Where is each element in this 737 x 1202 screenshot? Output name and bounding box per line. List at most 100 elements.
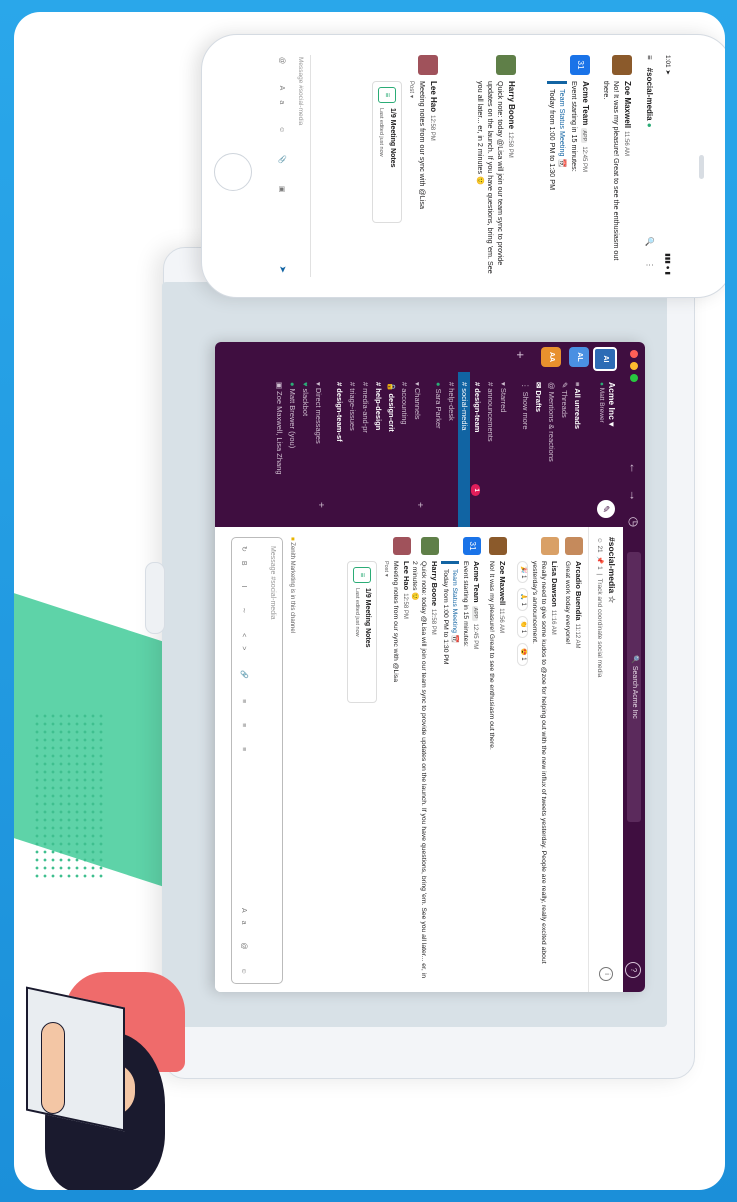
message-author[interactable]: Acme Team xyxy=(581,81,590,125)
sidebar-item-mentions[interactable]: @ Mentions & reactions xyxy=(545,382,557,462)
workspace-button-ai[interactable]: AI xyxy=(593,347,617,371)
phone-channel-tools[interactable]: 🔍 ⋮ xyxy=(645,237,654,275)
send-icon[interactable]: ➤ xyxy=(277,265,288,273)
message-time[interactable]: 12:45 PM xyxy=(472,624,478,650)
sidebar-item-group-dm[interactable]: ▣ Zoe Maxwell, Lisa Zhang xyxy=(273,382,285,475)
reaction-pill[interactable]: 😍 1 xyxy=(517,643,528,666)
reaction-count: 1 xyxy=(520,602,526,606)
chevron-down-icon[interactable]: ▾ xyxy=(383,574,389,577)
sidebar-item-media-and-pr[interactable]: # media-and-pr xyxy=(359,382,371,433)
sidebar-item-self-dm[interactable]: ● Matt Brewer (you) xyxy=(286,382,298,448)
calendar-icon[interactable]: 31 xyxy=(570,55,590,75)
phone-channel-name[interactable]: #social-media xyxy=(645,68,654,121)
history-nav[interactable]: ← → ◷ xyxy=(627,462,641,533)
message-body: Lee Hao 12:58 PM Meeting notes from our s… xyxy=(347,561,411,981)
sidebar-item-help-desk[interactable]: # help-desk xyxy=(445,382,457,421)
message-author[interactable]: Harry Boone xyxy=(507,81,516,129)
message-time[interactable]: 12:58 PM xyxy=(430,609,436,635)
add-channel-icon[interactable]: + xyxy=(414,502,425,508)
sidebar-item-design-team[interactable]: # design-team1 xyxy=(471,382,483,496)
info-icon[interactable]: i xyxy=(599,967,613,981)
sidebar-item-help-design[interactable]: # help-design xyxy=(372,382,384,430)
announcements-label: announcements xyxy=(486,388,495,442)
message-author[interactable]: Acme Team xyxy=(472,561,481,603)
accounting-label: accounting xyxy=(400,388,409,425)
avatar[interactable] xyxy=(541,537,559,555)
post-attachment[interactable]: ≡ 1/9 Meeting Notes Last edited just now xyxy=(372,81,402,223)
event-title[interactable]: Team Status Meeting xyxy=(558,89,567,157)
message-time[interactable]: 11:12 AM xyxy=(574,624,580,649)
message-author[interactable]: Arcadio Buendía xyxy=(574,561,583,621)
post-label: Post xyxy=(383,561,389,573)
sidebar-item-threads[interactable]: ✎ Threads xyxy=(558,382,570,418)
app-badge: APP xyxy=(472,605,478,621)
message-time: 12:58 PM xyxy=(507,132,513,158)
reaction-pill[interactable]: 👏 1 xyxy=(517,615,528,639)
mentions-label: Mentions & reactions xyxy=(547,391,556,462)
search-bar[interactable]: 🔍 Search Acme Inc xyxy=(627,552,641,822)
add-workspace-icon[interactable]: + xyxy=(513,351,528,359)
compose-icon[interactable]: ✎ xyxy=(597,500,615,518)
sidebar-item-show-more[interactable]: ⋮ Show more xyxy=(519,382,531,430)
phone-home-button[interactable] xyxy=(214,153,252,191)
help-icon[interactable]: ? xyxy=(625,962,641,978)
message-time[interactable]: 11:16 AM xyxy=(550,610,556,635)
message-author[interactable]: Lisa Dawson xyxy=(550,561,559,607)
maximize-window-button[interactable] xyxy=(630,374,638,382)
message-author[interactable]: Zoe Maxwell xyxy=(623,81,632,128)
message-time[interactable]: 12:58 PM xyxy=(402,593,408,619)
workspace-name[interactable]: Acme Inc ▾ xyxy=(606,382,617,426)
menu-icon[interactable]: ≡ xyxy=(645,55,654,60)
minimize-window-button[interactable] xyxy=(630,362,638,370)
avatar[interactable] xyxy=(421,537,439,555)
event-title[interactable]: Team Status Meeting xyxy=(451,569,458,633)
phone-message-composer[interactable]: Message #social-media @ Aa ☺ 📎 ▣ ➤ xyxy=(270,55,311,277)
channel-title[interactable]: #social-media ☆ xyxy=(606,537,617,603)
avatar[interactable] xyxy=(496,55,516,75)
sidebar-item-social-media[interactable]: # social-media xyxy=(458,372,470,527)
add-dm-icon[interactable]: + xyxy=(315,502,326,508)
sidebar-item-slackbot[interactable]: ♥ slackbot xyxy=(299,382,311,416)
sidebar-item-accounting[interactable]: # accounting xyxy=(398,382,410,425)
message-author[interactable]: Lee Hao xyxy=(402,561,411,590)
message-author[interactable]: Harry Boone xyxy=(430,561,439,606)
dm-section-header[interactable]: ▾ Direct messages xyxy=(312,382,324,444)
close-window-button[interactable] xyxy=(630,350,638,358)
composer-actions[interactable]: Aa @ ☺ 📎 xyxy=(240,908,248,992)
message-author[interactable]: Lee Hao xyxy=(429,81,438,112)
avatar[interactable] xyxy=(565,537,583,555)
reaction-pill[interactable]: 🙏 1 xyxy=(517,588,528,611)
post-icon: ≡ xyxy=(353,567,371,583)
message-time[interactable]: 11:56 AM xyxy=(498,608,504,633)
phone-composer-tools[interactable]: @ Aa ☺ 📎 ▣ xyxy=(278,57,286,203)
sidebar-item-design-team-sf[interactable]: # design-team-sf xyxy=(333,382,345,442)
avatar[interactable] xyxy=(489,537,507,555)
phone-time: 1:01 xyxy=(664,55,671,68)
avatar[interactable] xyxy=(418,55,438,75)
workspace-button-al[interactable]: AL xyxy=(569,347,589,367)
message-author[interactable]: Zoe Maxwell xyxy=(498,561,507,605)
composer-placeholder: Message #social-media xyxy=(269,546,276,620)
avatar[interactable] xyxy=(612,55,632,75)
avatar[interactable] xyxy=(393,537,411,555)
title-bar: ← → ◷ 🔍 Search Acme Inc ? xyxy=(623,342,645,992)
sidebar-item-design-crit[interactable]: 🔒 design-crit xyxy=(385,382,397,432)
channels-section-header[interactable]: ▾ Channels xyxy=(411,382,423,420)
workspace-button-aa[interactable]: AA xyxy=(541,347,561,367)
sidebar-item-drafts[interactable]: ✉ Drafts xyxy=(532,382,544,412)
reaction-pill[interactable]: 🎉 1 xyxy=(517,561,528,584)
message-composer[interactable]: Message #social-media ↻B I ∼ <> 🔗 ≡ ≡ ≡ … xyxy=(231,537,283,992)
sidebar-item-triage-issues[interactable]: # triage-issues xyxy=(346,382,358,431)
starred-section-header[interactable]: ▾ Starred xyxy=(497,382,509,412)
sidebar-item-sara-parker[interactable]: ● Sara Parker xyxy=(432,382,444,429)
sidebar-item-announcements[interactable]: # announcements xyxy=(484,382,496,442)
formatting-toolbar[interactable]: ↻B I ∼ <> 🔗 ≡ ≡ ≡ xyxy=(240,546,248,760)
drafts-label: Drafts xyxy=(534,390,543,413)
message-time: 11:56 AM xyxy=(623,131,629,157)
message-text: Great work today everyone! xyxy=(564,561,571,645)
post-attachment[interactable]: ≡ 1/9 Meeting Notes Last edited just now xyxy=(347,561,377,703)
sidebar-item-all-unreads[interactable]: ≡ All unreads xyxy=(571,382,583,429)
calendar-icon[interactable]: 31 xyxy=(463,537,481,555)
chevron-down-icon[interactable]: ▾ xyxy=(408,95,414,98)
slackbot-label: slackbot xyxy=(301,388,310,417)
